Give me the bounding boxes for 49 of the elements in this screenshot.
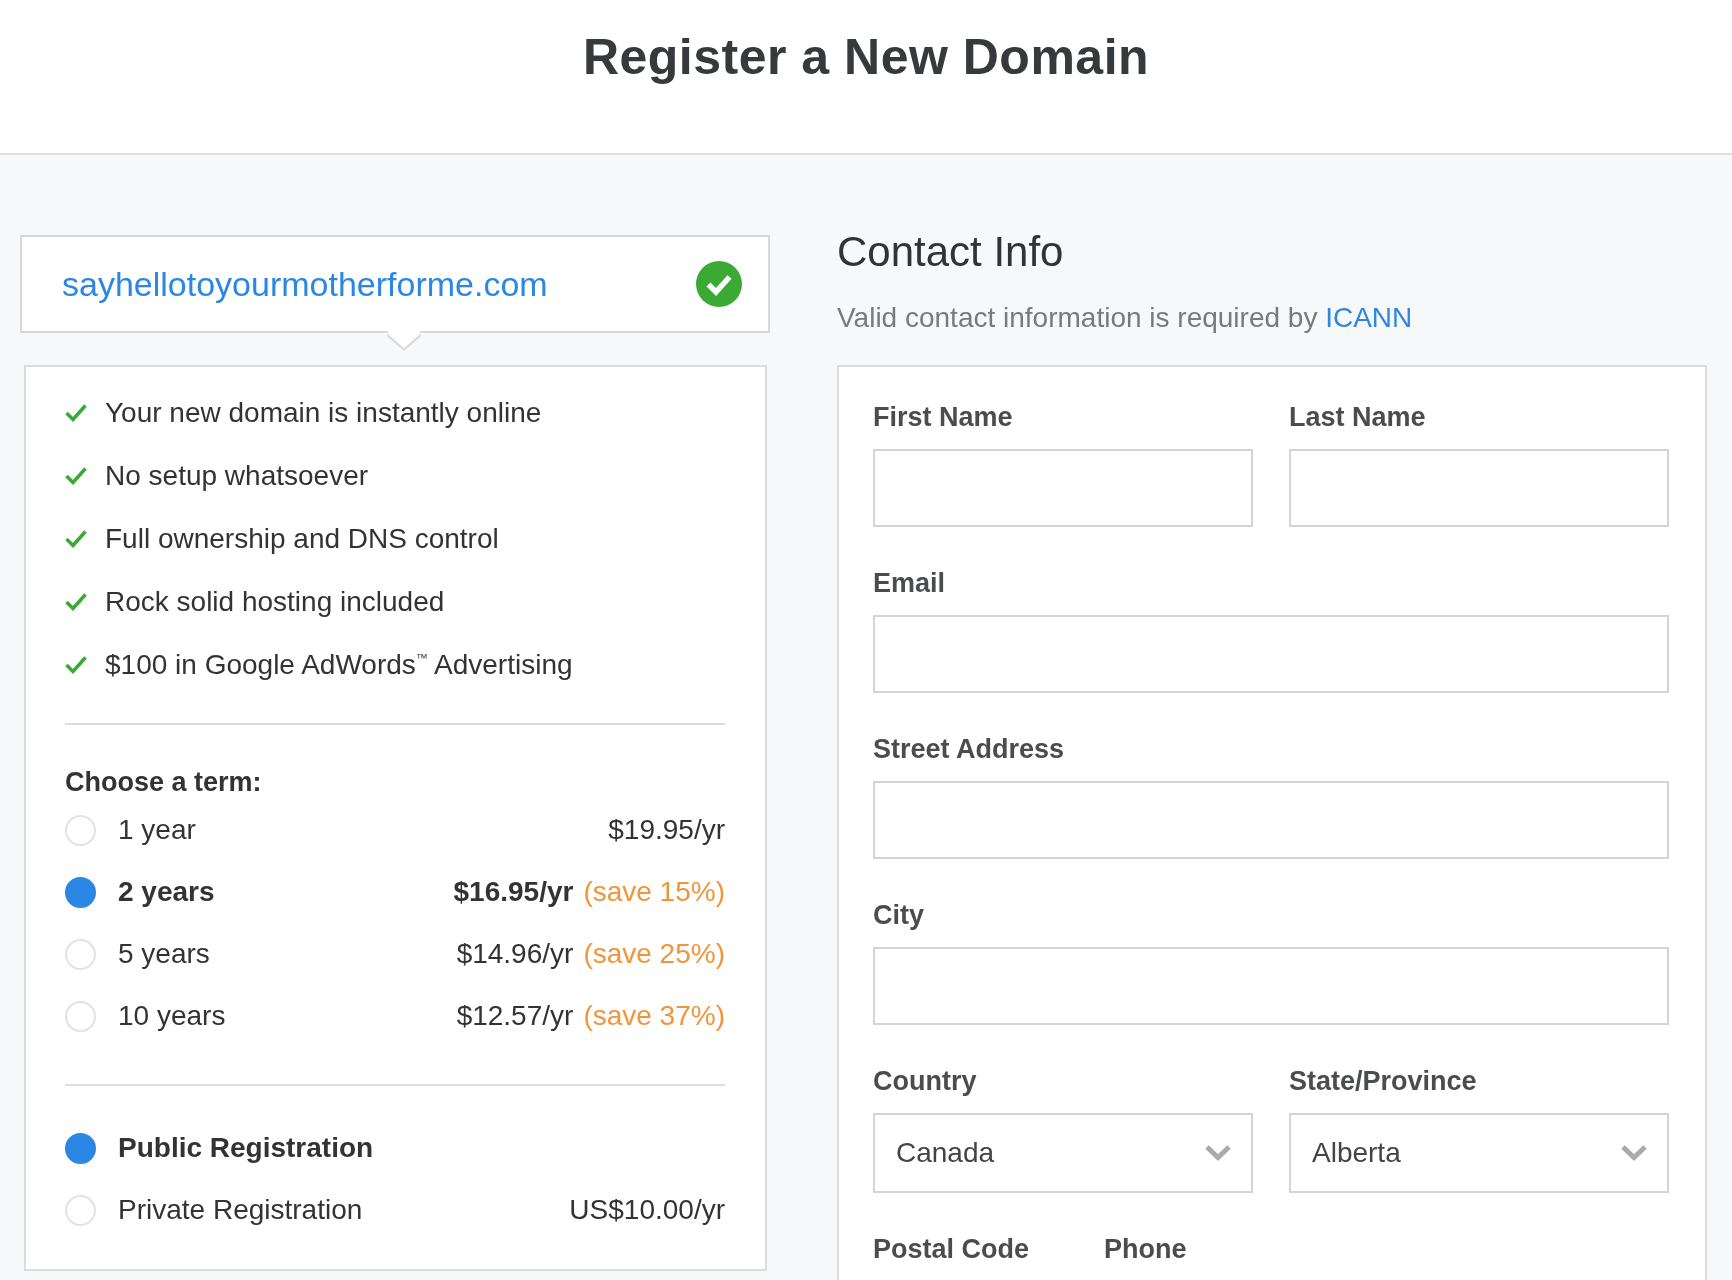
price-text: US$10.00/yr — [569, 1194, 725, 1226]
option-label: 5 years — [118, 938, 210, 970]
feature-text: Rock solid hosting included — [105, 585, 445, 618]
field-label: Phone — [1104, 1233, 1187, 1265]
contact-note: Valid contact information is required by ICANN — [837, 301, 1414, 335]
radio-button[interactable] — [65, 876, 96, 908]
checkmark-icon — [65, 592, 87, 611]
checkmark-icon — [65, 403, 87, 422]
field-label: Postal Code — [873, 1233, 1030, 1265]
savings-text: (save 25%) — [583, 938, 725, 970]
field-label: City — [873, 899, 925, 931]
dropdown-select[interactable]: Canada — [873, 1113, 1253, 1193]
domain-name: sayhellotoyourmotherforme.com — [62, 264, 548, 304]
option-label: 10 years — [118, 1000, 226, 1032]
chevron-down-icon — [1621, 1145, 1647, 1161]
field-label: Email — [873, 567, 947, 599]
field-label: First Name — [873, 401, 1014, 433]
field-label: Last Name — [1289, 401, 1427, 433]
field-label: State/Province — [1289, 1065, 1478, 1097]
feature-text: Full ownership and DNS control — [105, 522, 499, 555]
price-text: $16.95/yr — [453, 876, 574, 908]
feature-text: No setup whatsoever — [105, 459, 369, 492]
radio-button[interactable] — [65, 1132, 96, 1164]
price-text: $19.95/yr — [608, 814, 725, 846]
savings-text: (save 37%) — [583, 1000, 725, 1032]
savings-text: (save 15%) — [583, 876, 725, 908]
field-label: Street Address — [873, 733, 1066, 765]
checkmark-icon — [65, 466, 87, 485]
input-field[interactable] — [873, 615, 1669, 693]
field-label: Country — [873, 1065, 978, 1097]
checkmark-icon — [65, 655, 87, 674]
section-title: Contact Info — [837, 231, 1065, 273]
checkmark-icon — [65, 529, 87, 548]
price-text: $12.57/yr — [456, 1000, 574, 1032]
feature-text: Your new domain is instantly online — [105, 396, 542, 429]
term-heading: Choose a term: — [65, 766, 263, 799]
input-field[interactable] — [1289, 449, 1669, 527]
input-field[interactable] — [873, 947, 1669, 1025]
price-text: $14.96/yr — [456, 938, 574, 970]
dropdown-select[interactable]: Alberta — [1289, 1113, 1669, 1193]
option-label: Public Registration — [118, 1132, 374, 1164]
option-label: 2 years — [118, 876, 215, 908]
option-label: Private Registration — [118, 1194, 363, 1226]
input-field[interactable] — [873, 781, 1669, 859]
chevron-down-icon — [1205, 1145, 1231, 1161]
option-label: 1 year — [118, 814, 196, 846]
page-title: Register a New Domain — [582, 28, 1150, 87]
feature-text: $100 in Google AdWords$^{™}$ Advertising — [105, 648, 573, 681]
input-field[interactable] — [873, 449, 1253, 527]
